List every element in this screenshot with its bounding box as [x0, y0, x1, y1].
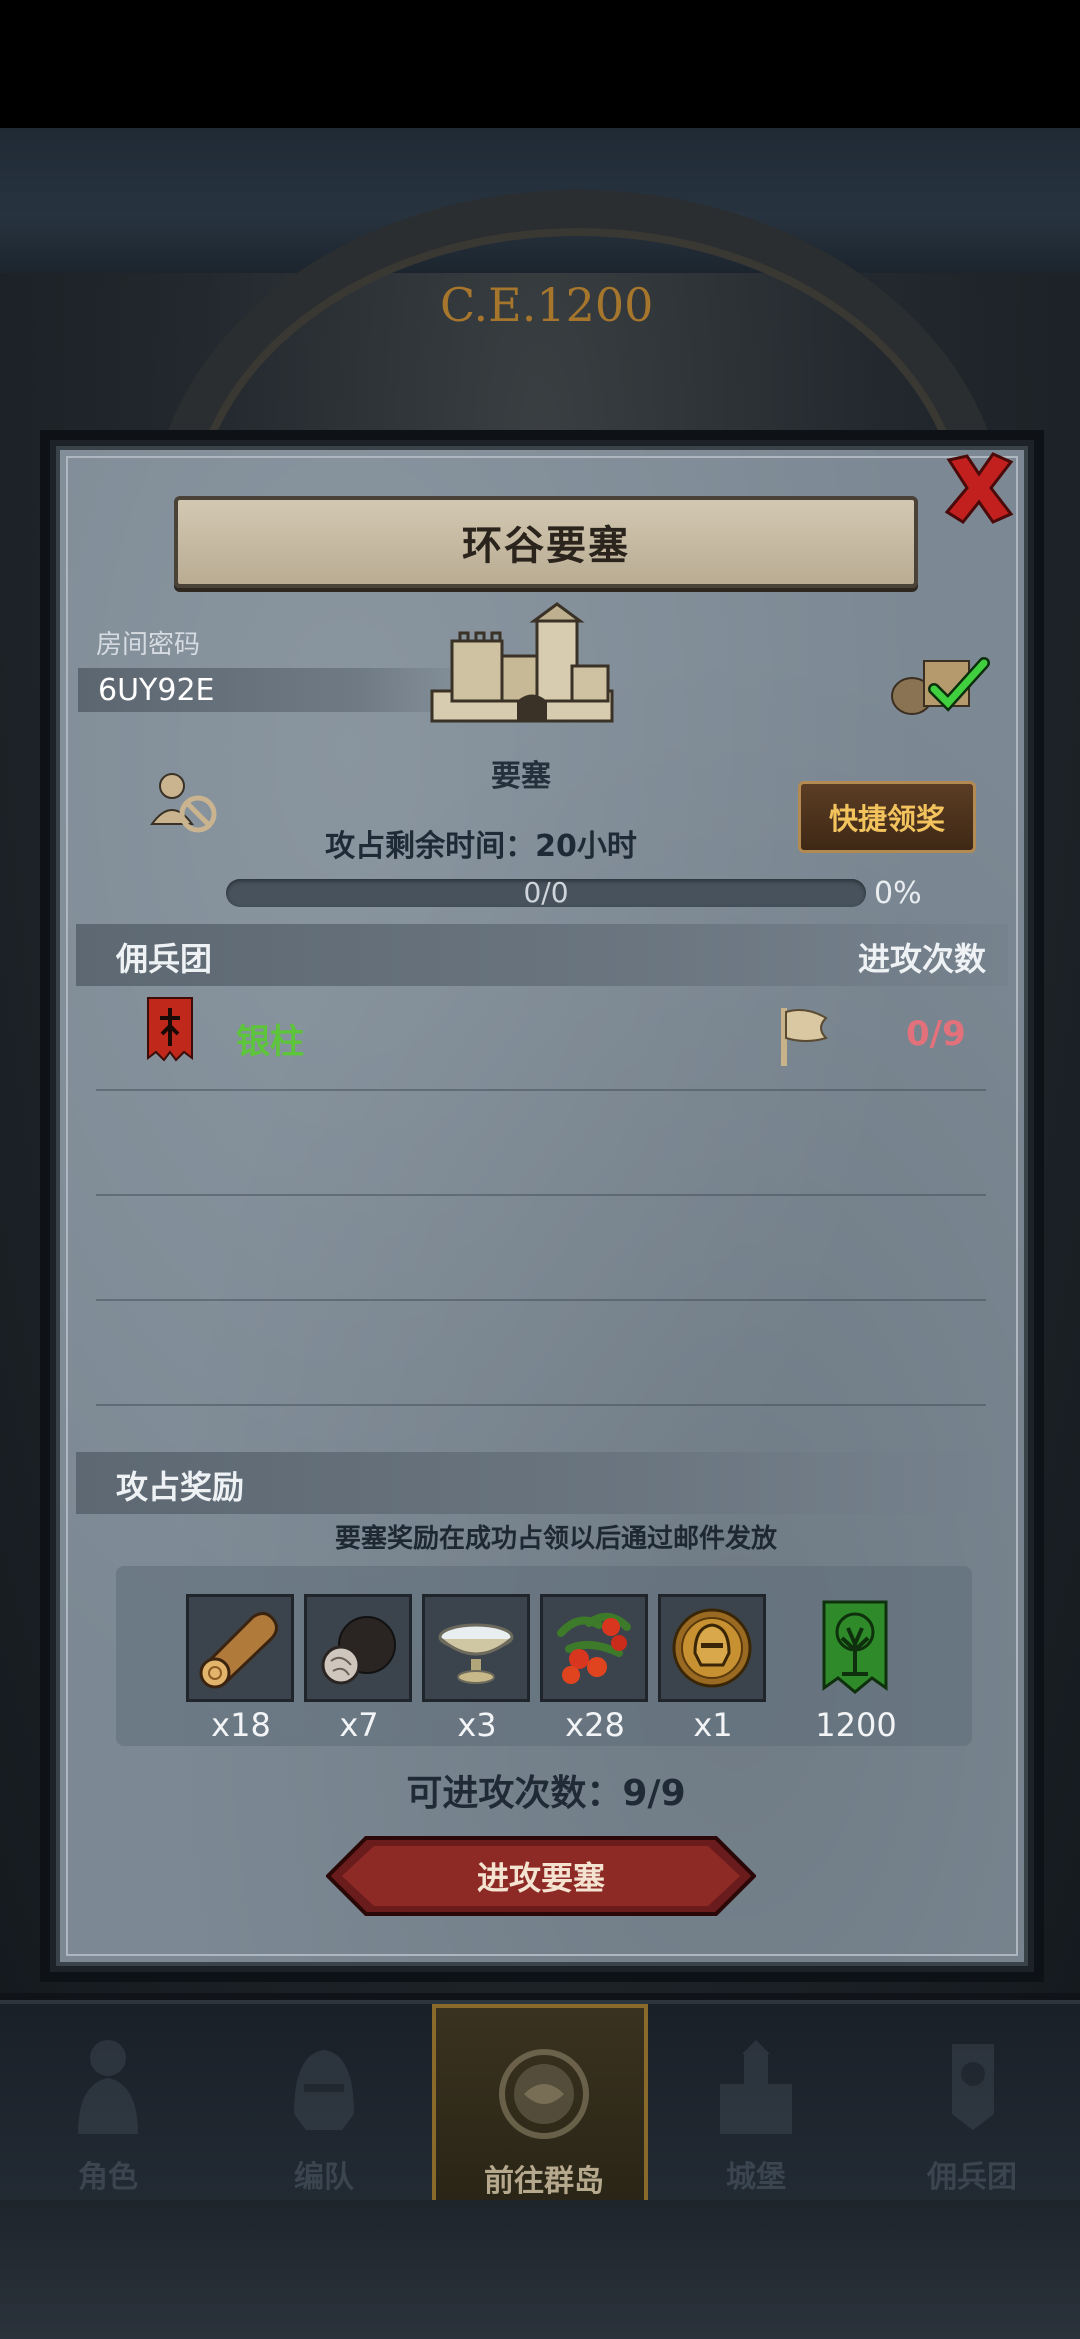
nav-label: 佣兵团	[927, 2160, 1017, 2195]
close-button[interactable]	[924, 440, 1034, 536]
room-password-label: 房间密码	[96, 630, 201, 660]
rewards-header-label: 攻占奖励	[116, 1468, 245, 1506]
helmet-medal-icon	[672, 1608, 752, 1688]
tree-banner-icon	[822, 1600, 888, 1694]
reward-qty: x18	[211, 1706, 271, 1744]
knight-icon	[78, 2040, 138, 2134]
reward-qty: x28	[565, 1706, 625, 1744]
attack-fortress-button[interactable]: 进攻要塞	[326, 1836, 756, 1916]
page-title: 环谷要塞	[462, 523, 630, 569]
guild-attack-count: 0/9	[906, 1014, 966, 1054]
reward-slot[interactable]	[801, 1594, 909, 1702]
reward-item[interactable]: x28	[540, 1594, 650, 1744]
fortress-panel: 环谷要塞 房间密码 6UY92E 要塞 快捷领奖 攻占剩余时间：20小时 0/0…	[50, 440, 1034, 1972]
guild-banner-icon	[147, 997, 193, 1062]
room-password-value: 6UY92E	[78, 668, 478, 712]
progress-text: 0/0	[523, 876, 569, 909]
reward-item[interactable]: x1	[658, 1594, 768, 1744]
roster-header-attacks: 进攻次数	[857, 940, 986, 978]
fortress-label: 要塞	[491, 759, 551, 794]
reward-qty: x7	[339, 1706, 379, 1744]
title-plate: 环谷要塞	[174, 496, 918, 588]
nav-item-character[interactable]: 角色	[0, 2004, 216, 2204]
rewards-note: 要塞奖励在成功占领以后通过邮件发放	[334, 1524, 777, 1554]
nav-label: 角色	[78, 2160, 138, 2195]
reward-slot[interactable]	[540, 1594, 648, 1702]
reward-qty: x3	[457, 1706, 497, 1744]
row-divider	[96, 1194, 986, 1196]
berries-icon	[557, 1613, 631, 1684]
reward-slot[interactable]	[304, 1594, 412, 1702]
guild-name[interactable]: 银柱	[236, 1014, 304, 1063]
reward-slot[interactable]	[186, 1594, 294, 1702]
reward-item[interactable]: x3	[422, 1594, 532, 1744]
nav-item-archipelago[interactable]: 前往群岛	[432, 2004, 648, 2204]
supply-claimed-icon	[891, 657, 990, 715]
close-icon	[944, 452, 1014, 524]
attack-flag-icon[interactable]	[776, 1004, 832, 1068]
progress-percent: 0%	[874, 876, 922, 911]
reward-item[interactable]: 1200	[801, 1594, 911, 1744]
bottom-nav: 角色 编队 前往群岛 城堡 佣兵团	[0, 2000, 1080, 2204]
roster-header-guild: 佣兵团	[116, 940, 213, 978]
nav-label: 城堡	[726, 2160, 786, 2195]
reward-item[interactable]: x7	[304, 1594, 414, 1744]
row-divider	[96, 1299, 986, 1301]
nav-item-mercenary[interactable]: 佣兵团	[864, 2004, 1080, 2204]
reward-slot[interactable]	[422, 1594, 530, 1702]
row-divider	[96, 1089, 986, 1091]
no-user-icon[interactable]	[148, 768, 222, 836]
reward-item[interactable]: x18	[186, 1594, 296, 1744]
reward-qty: x1	[693, 1706, 733, 1744]
nav-label: 前往群岛	[484, 2164, 604, 2199]
roster-header: 佣兵团 进攻次数	[76, 924, 1008, 986]
attack-fortress-label: 进攻要塞	[476, 1859, 605, 1897]
helmet-icon	[294, 2050, 354, 2130]
quick-claim-button[interactable]: 快捷领奖	[798, 781, 976, 853]
castle-icon	[720, 2040, 792, 2134]
era-label: C.E.1200	[440, 278, 654, 332]
mercenary-icon	[952, 2044, 994, 2130]
wood-log-icon	[199, 1612, 278, 1689]
compass-map-icon	[499, 2049, 589, 2139]
silver-bowl-icon	[438, 1623, 514, 1684]
truffle-icon	[321, 1616, 396, 1685]
nav-item-formation[interactable]: 编队	[216, 2004, 432, 2204]
status-bar	[0, 0, 1080, 128]
reward-qty: 1200	[815, 1706, 897, 1744]
reward-slot[interactable]	[658, 1594, 766, 1702]
row-divider	[96, 1404, 986, 1406]
time-remaining: 攻占剩余时间：20小时	[325, 829, 637, 864]
occupation-progress-bar: 0/0	[226, 879, 866, 907]
nav-label: 编队	[294, 2160, 354, 2195]
rewards-header: 攻占奖励	[76, 1452, 1008, 1514]
bottom-area	[0, 2200, 1080, 2339]
attacks-available: 可进攻次数：9/9	[406, 1773, 686, 1814]
fortress-icon	[430, 602, 614, 723]
nav-item-castle[interactable]: 城堡	[648, 2004, 864, 2204]
